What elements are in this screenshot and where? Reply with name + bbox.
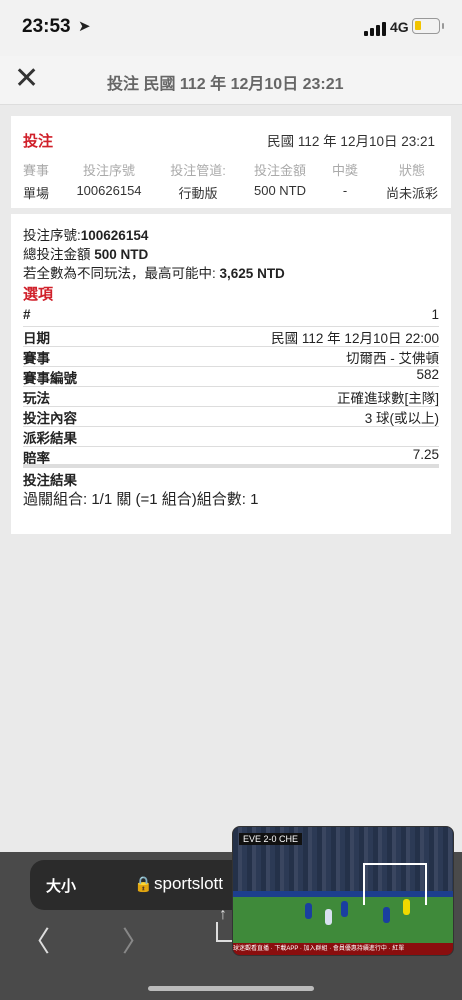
video-player [305, 903, 312, 919]
video-player [341, 901, 348, 917]
row-key: 投注內容 [23, 411, 77, 426]
column-header: 賽事 [22, 163, 49, 178]
summary-column: 中獎 - [323, 160, 367, 198]
row-key: 日期 [23, 331, 50, 346]
bet-summary-card: 投注 民國 112 年 12月10日 23:21 賽事 單場 投注序號 1006… [11, 116, 451, 208]
detail-row: # 1 [23, 306, 439, 327]
close-icon[interactable]: ✕ [14, 64, 39, 94]
detail-row: 賠率 7.25 [23, 446, 439, 466]
summary-column: 賽事 單場 [11, 160, 61, 202]
detail-row: 賽事 切爾西 - 艾佛頓 [23, 346, 439, 367]
serial-value: 100626154 [80, 228, 149, 243]
video-player [383, 907, 390, 923]
column-value: 行動版 [178, 186, 218, 201]
detail-row: 投注內容 3 球(或以上) [23, 406, 439, 427]
row-key: 玩法 [23, 391, 50, 406]
serial-line: 投注序號:100626154 [23, 224, 148, 244]
max-win-line: 若全數為不同玩法，最高可能中: 3,625 NTD [23, 262, 285, 282]
column-header: 投注金額 [253, 163, 306, 178]
summary-column: 投注管道: 行動版 [161, 160, 235, 202]
row-value: 7.25 [412, 447, 439, 462]
combo-summary: 過關組合: 1/1 關 (=1 組合)組合數: 1 [23, 491, 259, 508]
column-header: 中獎 [331, 163, 358, 178]
video-scoreboard: EVE 2-0 CHE [239, 833, 303, 845]
options-heading: 選項 [23, 286, 54, 303]
total-label: 總投注金額 [23, 247, 91, 262]
row-value: 正確進球數[主隊] [336, 391, 439, 406]
summary-column: 狀態 尚未派彩 [377, 160, 447, 202]
total-value: 500 NTD [94, 247, 149, 262]
column-value: - [342, 183, 348, 198]
row-value: 民國 112 年 12月10日 22:00 [271, 331, 439, 346]
video-ticker: 球迷觀看直播 · 下載APP · 加入群組 · 會員優惠持續進行中 · 紅單 [233, 943, 453, 955]
max-win-label: 若全數為不同玩法，最高可能中: [23, 266, 216, 281]
home-indicator [148, 986, 314, 991]
video-pip[interactable]: EVE 2-0 CHE 球迷觀看直播 · 下載APP · 加入群組 · 會員優惠… [232, 826, 454, 956]
video-goal [363, 863, 427, 905]
row-value: 1 [431, 307, 439, 322]
summary-date: 民國 112 年 12月10日 23:21 [267, 134, 435, 149]
row-key: 派彩結果 [23, 431, 77, 446]
row-key: # [23, 307, 31, 322]
summary-column: 投注序號 100626154 [69, 160, 149, 198]
detail-row: 投注結果 [23, 468, 439, 488]
row-value: 582 [416, 367, 439, 382]
back-icon[interactable]: 〈 [22, 920, 50, 960]
total-line: 總投注金額 500 NTD [23, 243, 148, 263]
detail-row: 賽事編號 582 [23, 366, 439, 387]
serial-label: 投注序號: [23, 228, 81, 243]
detail-row: 派彩結果 [23, 426, 439, 447]
column-value: 單場 [22, 186, 49, 201]
detail-row: 日期 民國 112 年 12月10日 22:00 [23, 326, 439, 347]
video-player [325, 909, 332, 925]
summary-label: 投注 [23, 133, 54, 150]
video-player [403, 899, 410, 915]
column-header: 投注序號 [82, 163, 135, 178]
status-time: 23:53 [22, 16, 71, 37]
summary-column: 投注金額 500 NTD [243, 160, 317, 198]
detail-row: 玩法 正確進球數[主隊] [23, 386, 439, 407]
network-type: 4G [390, 19, 409, 35]
row-value: 切爾西 - 艾佛頓 [346, 351, 439, 366]
bet-detail-card: 投注序號:100626154 總投注金額 500 NTD 若全數為不同玩法，最高… [11, 214, 451, 534]
column-value: 500 NTD [253, 183, 307, 198]
forward-icon[interactable]: 〉 [122, 920, 150, 960]
status-bar: 23:53 ➤ 4G [0, 0, 462, 56]
row-key: 投注結果 [23, 473, 77, 488]
max-win-value: 3,625 NTD [219, 266, 285, 281]
column-header: 狀態 [398, 163, 425, 178]
battery-icon [412, 18, 444, 34]
page-title: 投注 民國 112 年 12月10日 23:21 [107, 76, 344, 93]
row-value: 3 球(或以上) [364, 411, 439, 426]
column-value: 100626154 [76, 183, 142, 198]
page-header: ✕ 投注 民國 112 年 12月10日 23:21 [0, 56, 462, 105]
location-icon: ➤ [78, 18, 91, 35]
column-header: 投注管道: [170, 163, 226, 178]
row-key: 賽事編號 [23, 371, 77, 386]
signal-icon [364, 22, 386, 36]
column-value: 尚未派彩 [385, 186, 438, 201]
row-key: 賽事 [23, 351, 50, 366]
url-text: sportslott [154, 874, 223, 893]
lock-icon: 🔒 [134, 876, 153, 893]
text-size-button[interactable]: 大小 [46, 875, 76, 896]
